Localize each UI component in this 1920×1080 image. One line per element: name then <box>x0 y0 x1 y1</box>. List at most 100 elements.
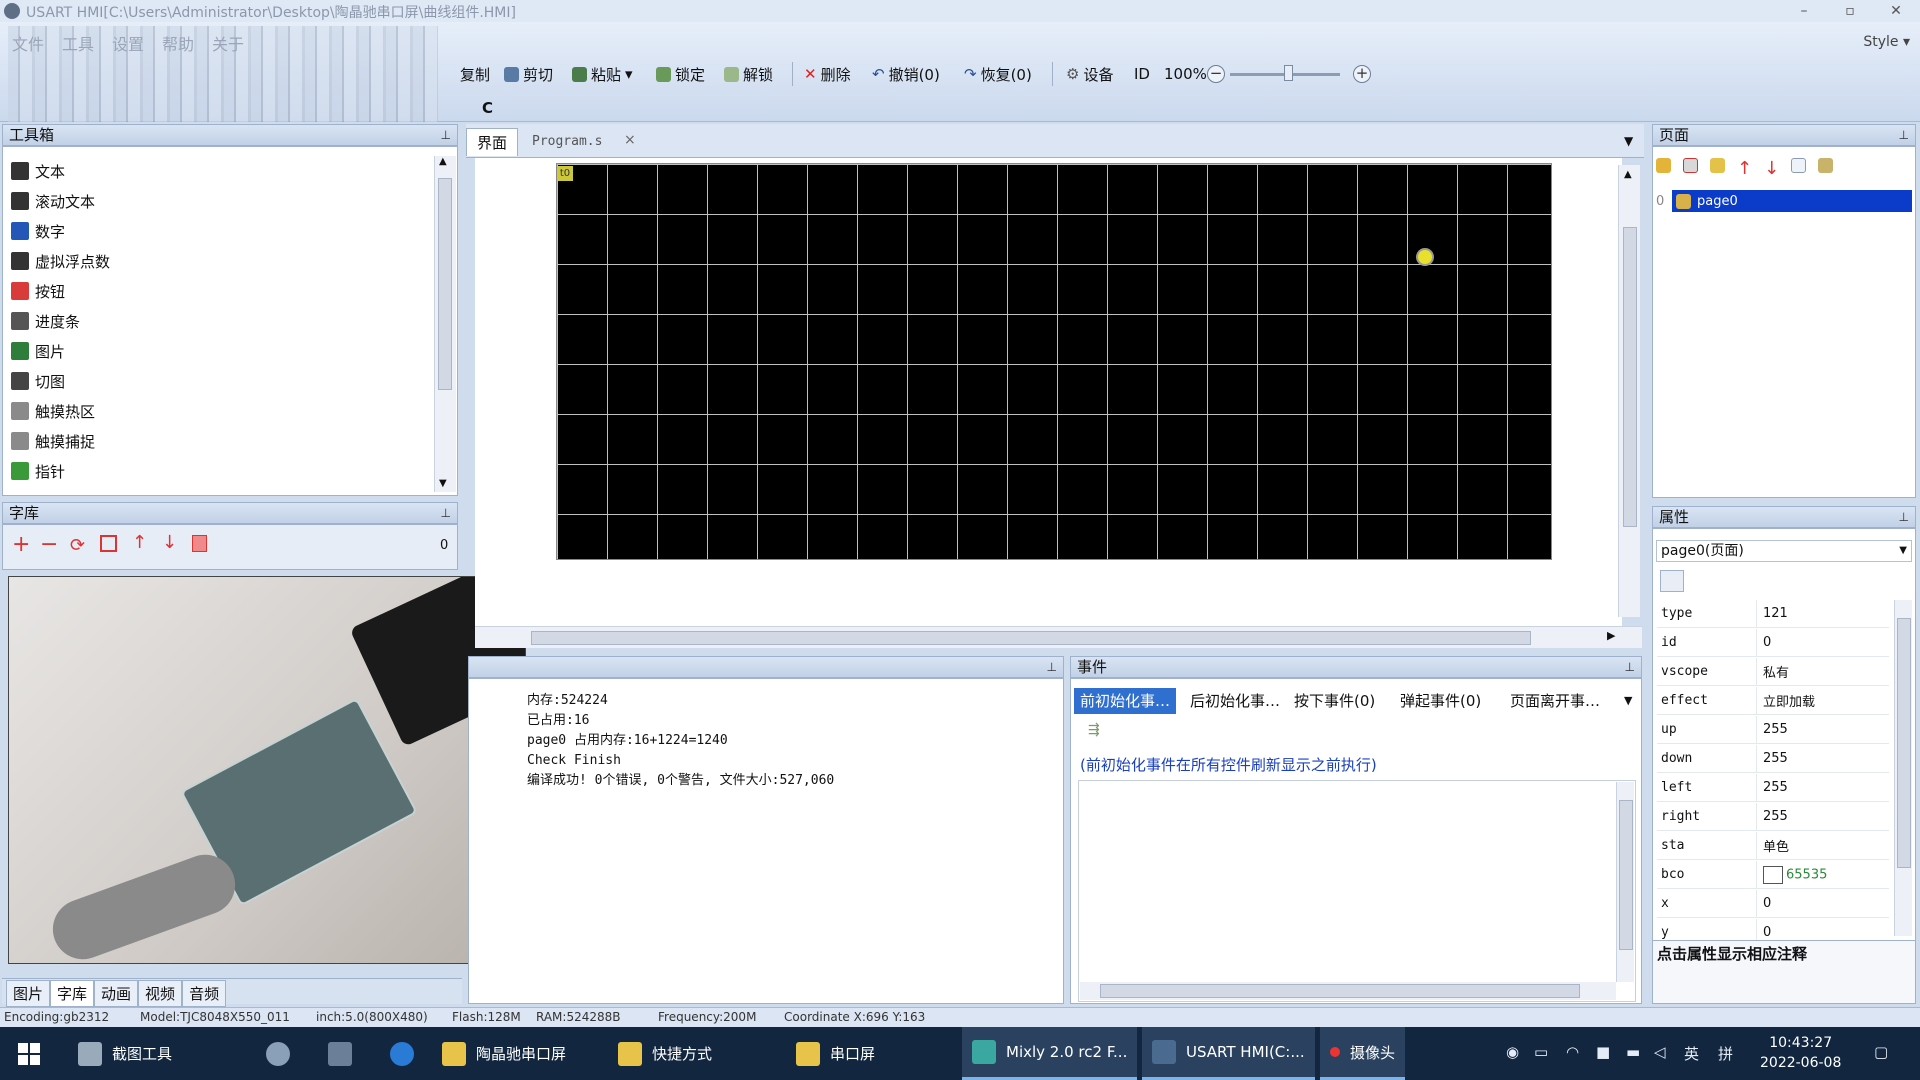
tab-post-init-event[interactable]: 后初始化事… <box>1184 688 1286 714</box>
copy-button[interactable]: 复制 <box>460 62 490 86</box>
hmi-page-canvas[interactable] <box>556 163 1552 560</box>
security-icon[interactable]: ■ <box>1596 1043 1610 1061</box>
tab-pictures[interactable]: 图片 <box>6 980 51 1007</box>
toolbox-scroll-thumb[interactable] <box>438 178 452 390</box>
insert-page-icon[interactable] <box>1710 158 1725 173</box>
paste-dropdown-icon[interactable]: ▾ <box>625 65 633 83</box>
add-icon[interactable]: + <box>12 532 30 557</box>
unlock-button[interactable]: 解锁 <box>724 62 773 86</box>
notification-icon[interactable]: ▢ <box>1874 1043 1888 1061</box>
property-value[interactable]: 私有 <box>1757 662 1789 681</box>
add-page-icon[interactable] <box>1656 158 1671 173</box>
toolbox-item[interactable]: 触摸捕捉 <box>3 429 95 453</box>
delete-button[interactable]: ✕ 删除 <box>804 62 851 86</box>
paste-button[interactable]: 粘贴 ▾ <box>572 62 633 86</box>
scroll-right-icon[interactable]: ▶ <box>1607 629 1615 642</box>
trash-icon[interactable] <box>192 535 207 552</box>
copy-page-icon[interactable] <box>1791 158 1807 173</box>
toolbox-item[interactable]: 指针 <box>3 459 65 483</box>
zoom-slider-thumb[interactable] <box>1284 65 1293 81</box>
redo-button[interactable]: ↷ 恢复(0) <box>964 62 1032 86</box>
network-icon[interactable]: ◉ <box>1506 1043 1519 1061</box>
clock[interactable]: 10:43:27 2022-06-08 <box>1760 1033 1841 1073</box>
property-row[interactable]: vscope 私有 <box>1657 658 1889 686</box>
lock-button[interactable]: 锁定 <box>656 62 705 86</box>
pin-icon[interactable]: ⊥ <box>1625 657 1635 677</box>
toolbox-item[interactable]: 切图 <box>3 369 65 393</box>
tab-fontlib[interactable]: 字库 <box>50 980 95 1007</box>
move-up-icon[interactable]: ↑ <box>1737 158 1752 179</box>
property-value[interactable]: 255 <box>1757 780 1788 795</box>
taskbar-mixly[interactable]: Mixly 2.0 rc2 F... <box>962 1027 1138 1080</box>
property-row[interactable]: bco 65535 <box>1657 861 1889 889</box>
taskbar-usart-hmi[interactable]: USART HMI(C:... <box>1142 1027 1315 1080</box>
refresh-icon[interactable]: ⟳ <box>70 535 85 556</box>
tab-audio[interactable]: 音频 <box>182 980 227 1007</box>
toolbox-item[interactable]: 触摸热区 <box>3 399 95 423</box>
events-tabs-dropdown-icon[interactable]: ▼ <box>1624 694 1632 707</box>
canvas-vscroll-thumb[interactable] <box>1623 227 1637 527</box>
property-value[interactable]: 255 <box>1757 809 1788 824</box>
tab-video[interactable]: 视频 <box>138 980 183 1007</box>
pin-icon[interactable]: ⊥ <box>1047 657 1057 677</box>
object-selector[interactable]: page0(页面) ▼ <box>1656 540 1912 562</box>
volume-icon[interactable]: ◁ <box>1654 1043 1666 1061</box>
tab-list-dropdown-icon[interactable]: ▼ <box>1624 134 1633 148</box>
device-button[interactable]: ⚙ 设备 <box>1066 62 1113 86</box>
toolbox-item[interactable]: 进度条 <box>3 309 80 333</box>
pin-icon[interactable]: ⊥ <box>441 125 451 145</box>
tab-pre-init-event[interactable]: 前初始化事… <box>1074 688 1177 714</box>
taskbar-snipping-tool[interactable]: 截图工具 <box>68 1027 182 1080</box>
page-item[interactable]: 0 page0 <box>1656 190 1912 212</box>
taskbar-browser[interactable] <box>380 1027 424 1080</box>
page-marker[interactable]: t0 <box>557 166 573 181</box>
c-button[interactable]: C <box>482 96 493 120</box>
property-row[interactable]: right 255 <box>1657 803 1889 831</box>
property-value[interactable]: 65535 <box>1757 865 1827 884</box>
toolbox-item[interactable]: 图片 <box>3 339 65 363</box>
color-swatch[interactable] <box>1763 865 1783 884</box>
battery-icon[interactable]: ▬ <box>1626 1043 1640 1061</box>
menu-tools[interactable]: 工具 <box>62 31 94 55</box>
tab-press-event[interactable]: 按下事件(0) <box>1288 688 1381 714</box>
taskbar-folder-shortcut[interactable]: 快捷方式 <box>608 1027 722 1080</box>
taskbar-calculator[interactable] <box>318 1027 362 1080</box>
code-tools-icon[interactable]: ⇶ <box>1088 722 1100 738</box>
property-value[interactable]: 0 <box>1757 896 1771 911</box>
property-value[interactable]: 单色 <box>1757 836 1789 855</box>
undo-button[interactable]: ↶ 撤销(0) <box>872 62 940 86</box>
menu-about[interactable]: 关于 <box>212 31 244 55</box>
tab-animation[interactable]: 动画 <box>94 980 139 1007</box>
property-row[interactable]: type 121 <box>1657 600 1889 628</box>
event-code-editor[interactable] <box>1078 780 1636 1002</box>
property-row[interactable]: x0 <box>1657 890 1889 918</box>
move-down-icon[interactable]: ↓ <box>1764 158 1779 179</box>
zoom-out-button[interactable]: − <box>1207 65 1225 83</box>
edit-icon[interactable] <box>100 535 117 552</box>
taskbar-app[interactable] <box>256 1027 300 1080</box>
import-page-icon[interactable] <box>1818 158 1834 173</box>
tab-program[interactable]: Program.s <box>532 134 602 149</box>
scroll-down-icon[interactable]: ▼ <box>439 478 447 489</box>
toolbox-item[interactable]: 数字 <box>3 219 65 243</box>
event-editor-vscroll-thumb[interactable] <box>1619 800 1633 950</box>
property-value[interactable]: 0 <box>1757 925 1771 940</box>
close-button[interactable]: ✕ <box>1876 0 1916 22</box>
event-editor-hscroll-thumb[interactable] <box>1100 984 1580 998</box>
menu-file[interactable]: 文件 <box>12 31 44 55</box>
canvas-hscroll[interactable]: ▶ <box>475 626 1642 648</box>
taskview-icon[interactable]: ▭ <box>1534 1043 1548 1061</box>
property-value[interactable]: 255 <box>1757 722 1788 737</box>
event-editor-vscroll[interactable] <box>1616 782 1634 982</box>
start-icon[interactable] <box>18 1043 40 1065</box>
id-button[interactable]: ID <box>1134 62 1150 86</box>
event-editor-hscroll[interactable] <box>1080 982 1616 1000</box>
properties-vscroll[interactable] <box>1894 600 1912 936</box>
toolbox-item[interactable]: 滚动文本 <box>3 189 95 213</box>
delete-page-icon[interactable] <box>1683 158 1698 173</box>
scroll-up-icon[interactable]: ▲ <box>439 156 447 167</box>
property-row[interactable]: id 0 <box>1657 629 1889 657</box>
property-value[interactable]: 0 <box>1757 635 1771 650</box>
ime-indicator[interactable]: 拼 <box>1718 1043 1733 1064</box>
property-value[interactable]: 121 <box>1757 606 1788 621</box>
